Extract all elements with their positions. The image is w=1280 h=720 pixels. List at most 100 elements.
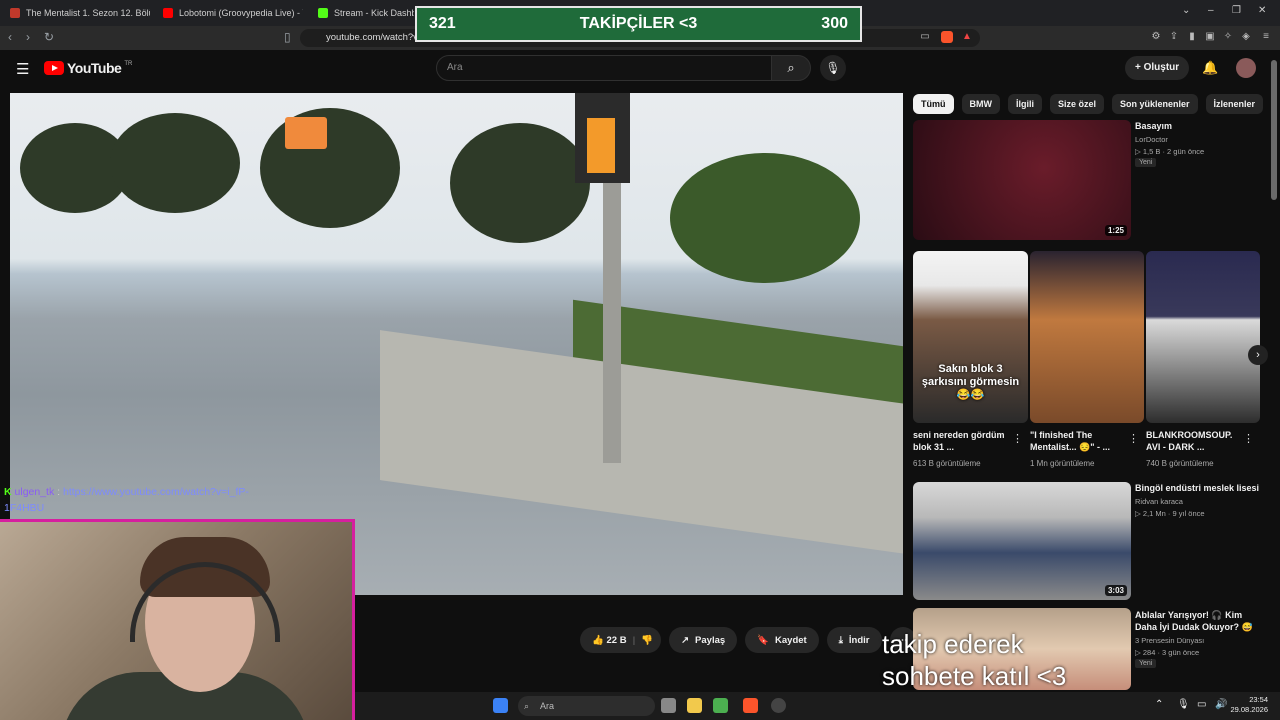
share-arrow-icon: ↗ [681, 634, 690, 646]
youtube-header: ☰ YouTube TR Ara ⌕ 🎙 + Oluştur 🔔 [0, 50, 1280, 90]
store-icon[interactable] [713, 698, 728, 713]
taskbar-search-input[interactable]: ⌕ Ara [518, 696, 655, 716]
signal-light-left [285, 117, 327, 149]
voice-search-button[interactable]: 🎙 [820, 55, 846, 81]
search-icon: ⌕ [524, 701, 530, 711]
maximize-icon[interactable]: ❐ [1232, 5, 1241, 16]
brave-shield-icon[interactable] [941, 31, 953, 43]
like-dislike-group: 👍 22 B | 👎 [580, 627, 662, 653]
chevron-down-icon[interactable]: ⌄ [1182, 5, 1190, 16]
thumbs-down-icon: 👎 [641, 634, 654, 646]
more-vert-icon[interactable]: ⋮ [1243, 432, 1254, 445]
youtube-play-icon [44, 61, 64, 75]
account-avatar[interactable] [1236, 58, 1256, 78]
task-view-icon[interactable] [661, 698, 676, 713]
stream-caption: takip ederek sohbete katıl <3 [882, 628, 1066, 692]
short-views: 740 B görüntüleme [1146, 459, 1214, 468]
close-icon[interactable]: ✕ [1258, 5, 1266, 16]
channel-name[interactable]: 3 Prensesin Dünyası [1135, 635, 1204, 646]
filter-chips: Tümü BMW İlgili Size özel Son yüklenenle… [913, 94, 1264, 114]
chat-username: ulgen_tk [14, 486, 55, 498]
extensions-icon[interactable]: ⚙ [1150, 31, 1162, 43]
vpn-icon[interactable]: ◈ [1240, 31, 1252, 43]
page-scrollbar[interactable] [1271, 60, 1277, 200]
mic-icon[interactable]: 🎙 [1177, 699, 1190, 710]
tab-mentalist[interactable]: The Mentalist 1. Sezon 12. Bölüm izle [10, 3, 150, 23]
chip-recent[interactable]: Son yüklenenler [1112, 94, 1198, 114]
video-thumbnail[interactable]: 1:25 [913, 120, 1131, 240]
create-button[interactable]: + Oluştur [1125, 56, 1190, 80]
clock-date: 29.08.2026 [1230, 705, 1268, 714]
obs-icon[interactable] [771, 698, 786, 713]
caption-line-2: sohbete katıl <3 [882, 661, 1067, 691]
like-button[interactable]: 👍 22 B [592, 635, 627, 646]
chip-all[interactable]: Tümü [913, 94, 954, 114]
channel-name[interactable]: Ridvan karaca [1135, 496, 1183, 507]
logo-text: YouTube [67, 60, 122, 76]
file-explorer-icon[interactable] [687, 698, 702, 713]
leo-icon[interactable]: ✧ [1222, 31, 1234, 43]
windows-start-icon[interactable] [493, 698, 508, 713]
chip-watched[interactable]: İzlenenler [1205, 94, 1264, 114]
sidebar-icon[interactable]: ▮ [1186, 31, 1198, 43]
youtube-logo[interactable]: YouTube TR [44, 60, 132, 76]
brave-browser-icon[interactable] [743, 698, 758, 713]
tab-label: Lobotomi (Groovypedia Live) - YouTube [179, 8, 303, 18]
taskbar-search-placeholder: Ara [540, 701, 555, 711]
rewards-icon[interactable]: ▲ [961, 31, 973, 43]
more-vert-icon[interactable]: ⋮ [1128, 432, 1139, 445]
share-label: Paylaş [695, 634, 726, 646]
chip-bmw[interactable]: BMW [961, 94, 1000, 114]
dislike-button[interactable]: 👎 [641, 635, 653, 646]
bookmark-icon[interactable]: ▯ [284, 30, 291, 44]
search-icon: ⌕ [787, 60, 795, 75]
search-button[interactable]: ⌕ [771, 55, 811, 81]
short-thumbnail[interactable] [1030, 251, 1144, 423]
video-title[interactable]: Bingöl endüstri meslek lisesi [1135, 482, 1265, 494]
short-title[interactable]: seni nereden gördüm blok 31 ... [913, 429, 1013, 453]
short-thumbnail[interactable] [1146, 251, 1260, 423]
video-title[interactable]: Basayım [1135, 120, 1265, 132]
download-button[interactable]: ⤓ İndir [826, 627, 882, 653]
plus-icon: + [1135, 62, 1141, 73]
video-title[interactable]: Ablalar Yarışıyor! 🎧 Kim Daha İyi Dudak … [1135, 609, 1265, 633]
menu-icon[interactable]: ≡ [1260, 31, 1272, 43]
tab-label: Stream - Kick Dashboard [334, 8, 414, 18]
tray-chevron-icon[interactable]: ⌃ [1155, 699, 1163, 710]
view-count: 1,5 B [1142, 147, 1161, 156]
wallet-icon[interactable]: ▣ [1204, 31, 1216, 43]
volume-icon[interactable]: 🔊 [1215, 699, 1227, 710]
forward-icon[interactable]: › [26, 30, 30, 44]
network-icon[interactable]: ▭ [1197, 699, 1206, 710]
channel-name[interactable]: LorDoctor [1135, 134, 1168, 145]
follower-goal-count: 300 [821, 15, 848, 32]
save-label: Kaydet [775, 634, 807, 646]
short-title[interactable]: "I finished The Mentalist... 😔" - ... [1030, 429, 1130, 453]
reload-icon[interactable]: ↻ [44, 30, 54, 44]
tab-kick[interactable]: Stream - Kick Dashboard [318, 3, 414, 23]
search-placeholder: Ara [447, 62, 463, 73]
mic-icon: 🎙 [825, 61, 841, 75]
hamburger-menu-icon[interactable]: ☰ [16, 60, 29, 78]
next-shorts-chevron-icon[interactable]: › [1248, 345, 1268, 365]
save-button[interactable]: 🔖 Kaydet [745, 627, 819, 653]
search-input[interactable]: Ara [436, 55, 772, 81]
cast-icon[interactable]: ▭ [919, 31, 931, 43]
chip-for-you[interactable]: Size özel [1050, 94, 1105, 114]
caption-line-1: takip ederek [882, 629, 1024, 659]
notifications-bell-icon[interactable]: 🔔 [1202, 60, 1218, 76]
share-button[interactable]: ↗ Paylaş [669, 627, 738, 653]
kick-favicon-icon [318, 8, 328, 18]
short-thumbnail[interactable]: Sakın blok 3 şarkısını görmesin 😂😂 [913, 251, 1028, 423]
like-count: 22 B [606, 634, 627, 646]
tab-youtube[interactable]: Lobotomi (Groovypedia Live) - YouTube [163, 3, 303, 23]
chip-related[interactable]: İlgili [1008, 94, 1042, 114]
new-badge: Yeni [1135, 158, 1157, 167]
back-icon[interactable]: ‹ [8, 30, 12, 44]
share-icon[interactable]: ⇪ [1168, 31, 1180, 43]
short-title[interactable]: BLANKROOMSOUP. AVI - DARK ... [1146, 429, 1246, 453]
more-vert-icon[interactable]: ⋮ [1012, 432, 1023, 445]
minimize-icon[interactable]: – [1208, 5, 1214, 16]
taskbar-clock[interactable]: 23:54 29.08.2026 [1230, 695, 1268, 715]
video-thumbnail[interactable]: 3:03 [913, 482, 1131, 600]
